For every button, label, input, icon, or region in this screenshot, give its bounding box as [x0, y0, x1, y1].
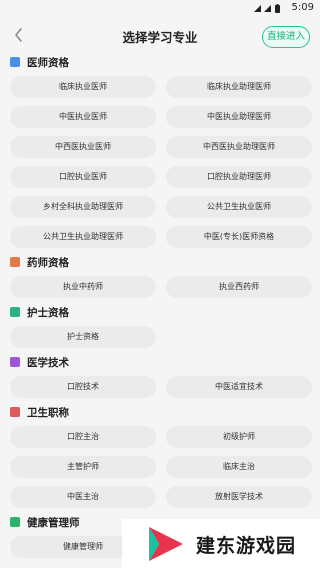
watermark-logo-icon	[149, 527, 183, 561]
section-header: 医学技术	[10, 352, 310, 372]
pharmacist-icon	[10, 257, 20, 267]
specialty-chip[interactable]: 中医(专长)医师资格	[166, 226, 312, 248]
specialty-chip[interactable]: 中医主治	[10, 486, 156, 508]
specialty-chip[interactable]: 公共卫生执业医师	[166, 196, 312, 218]
section-title: 医师资格	[27, 56, 69, 69]
watermark: 建东游戏园	[122, 519, 320, 568]
specialty-chip[interactable]: 乡村全科执业助理医师	[10, 196, 156, 218]
section-pharmacist: 药师资格执业中药师 执业西药师	[0, 252, 320, 298]
specialty-chip[interactable]: 口腔执业医师	[10, 166, 156, 188]
status-time: 5:09	[291, 2, 314, 13]
specialty-chip[interactable]: 公共卫生执业助理医师	[10, 226, 156, 248]
section-items: 执业中药师 执业西药师	[10, 276, 312, 298]
specialty-chip[interactable]: 中西医执业医师	[10, 136, 156, 158]
section-header: 护士资格	[10, 302, 310, 322]
skip-button[interactable]: 直接进入	[262, 26, 310, 48]
section-items: 口腔技术 中医适宜技术	[10, 376, 312, 398]
specialty-chip[interactable]: 执业中药师	[10, 276, 156, 298]
specialty-chip[interactable]: 口腔执业助理医师	[166, 166, 312, 188]
health-icon	[10, 517, 20, 527]
section-title: 药师资格	[27, 256, 69, 269]
section-title: 健康管理师	[27, 516, 80, 529]
watermark-text: 建东游戏园	[196, 535, 297, 557]
specialty-chip[interactable]: 临床执业医师	[10, 76, 156, 98]
specialty-chip[interactable]: 初级护师	[166, 426, 312, 448]
specialty-chip[interactable]: 执业西药师	[166, 276, 312, 298]
specialty-chip[interactable]: 中西医执业助理医师	[166, 136, 312, 158]
specialty-chip[interactable]: 临床执业助理医师	[166, 76, 312, 98]
nurse-icon	[10, 307, 20, 317]
specialty-chip[interactable]: 口腔技术	[10, 376, 156, 398]
section-title: 卫生职称	[27, 406, 69, 419]
section-header: 医师资格	[10, 52, 310, 72]
medtech-icon	[10, 357, 20, 367]
section-doctor: 医师资格 临床执业医师 临床执业助理医师 中医执业医师 中医执业助理医师 中西医执业医师中…	[0, 52, 320, 248]
specialty-chip[interactable]: 主管护师	[10, 456, 156, 478]
signal-battery-icon	[254, 4, 280, 13]
doctor-icon	[10, 57, 20, 67]
section-items: 口腔主治 初级护师 主管护师 临床主治 中医主治 放射医学技术	[10, 426, 312, 508]
specialty-chip[interactable]: 中医执业助理医师	[166, 106, 312, 128]
specialty-chip[interactable]: 中医执业医师	[10, 106, 156, 128]
section-items: 临床执业医师 临床执业助理医师 中医执业医师 中医执业助理医师 中西医执业医师 中西医执业…	[10, 76, 312, 248]
specialty-chip[interactable]: 放射医学技术	[166, 486, 312, 508]
header: 选择学习专业 直接进入	[0, 18, 320, 56]
section-title: 医学技术	[27, 356, 69, 369]
section-title: 卫生职称口腔主治 初级护师 主管护师 临床主治 中医主治 放射医学技术	[0, 402, 320, 508]
section-items: 护士资格	[10, 326, 310, 348]
specialty-chip[interactable]: 口腔主治	[10, 426, 156, 448]
specialty-chip[interactable]: 护士资格	[10, 326, 156, 348]
section-header: 药师资格	[10, 252, 310, 272]
status-bar: 5:09	[0, 0, 320, 16]
specialty-list[interactable]: 医师资格 临床执业医师 临床执业助理医师 中医执业医师 中医执业助理医师 中西医执业医师中…	[0, 52, 320, 568]
specialty-chip[interactable]: 中医适宜技术	[166, 376, 312, 398]
specialty-chip[interactable]: 临床主治	[166, 456, 312, 478]
section-medtech: 医学技术口腔技术 中医适宜技术	[0, 352, 320, 398]
section-header: 卫生职称	[10, 402, 310, 422]
title-icon	[10, 407, 20, 417]
section-nurse: 护士资格 护士资格	[0, 302, 320, 348]
section-title: 护士资格	[27, 306, 69, 319]
